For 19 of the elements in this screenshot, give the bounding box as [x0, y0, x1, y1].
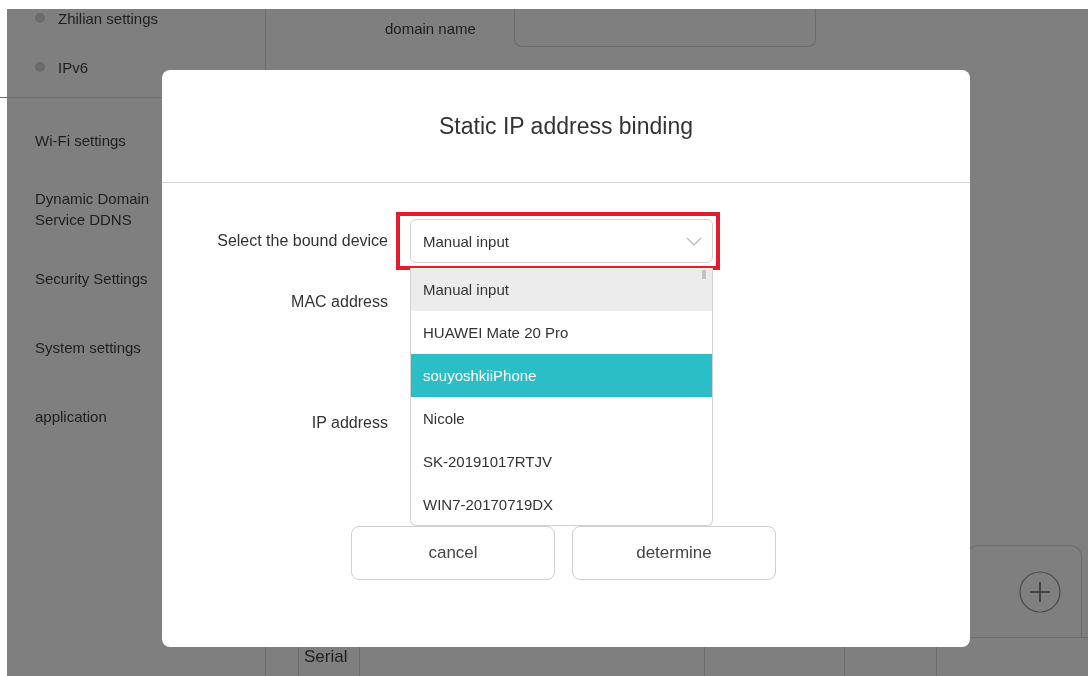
scrollbar-thumb[interactable]: [702, 270, 706, 279]
dropdown-option[interactable]: WIN7-20170719DX: [411, 483, 712, 525]
confirm-button[interactable]: determine: [572, 526, 776, 580]
sidebar-item[interactable]: Zhilian settings: [7, 3, 265, 33]
chevron-down-icon: [686, 236, 702, 246]
device-select[interactable]: Manual input: [410, 219, 713, 263]
sidebar-item[interactable]: IPv6: [7, 52, 265, 82]
dropdown-option[interactable]: Nicole: [411, 397, 712, 440]
field-label: Select the bound device: [216, 232, 388, 250]
field-label: IP address: [310, 414, 388, 432]
add-icon[interactable]: [1019, 570, 1061, 613]
dropdown-option[interactable]: SK-20191017RTJV: [411, 440, 712, 483]
dropdown-option[interactable]: Manual input: [411, 268, 712, 311]
cancel-button[interactable]: cancel: [351, 526, 555, 580]
field-label: MAC address: [290, 293, 388, 311]
input-field[interactable]: [514, 8, 816, 47]
field-label: domain name: [385, 20, 477, 37]
dropdown-option[interactable]: HUAWEI Mate 20 Pro: [411, 311, 712, 354]
dialog-title: Static IP address binding: [439, 112, 693, 140]
